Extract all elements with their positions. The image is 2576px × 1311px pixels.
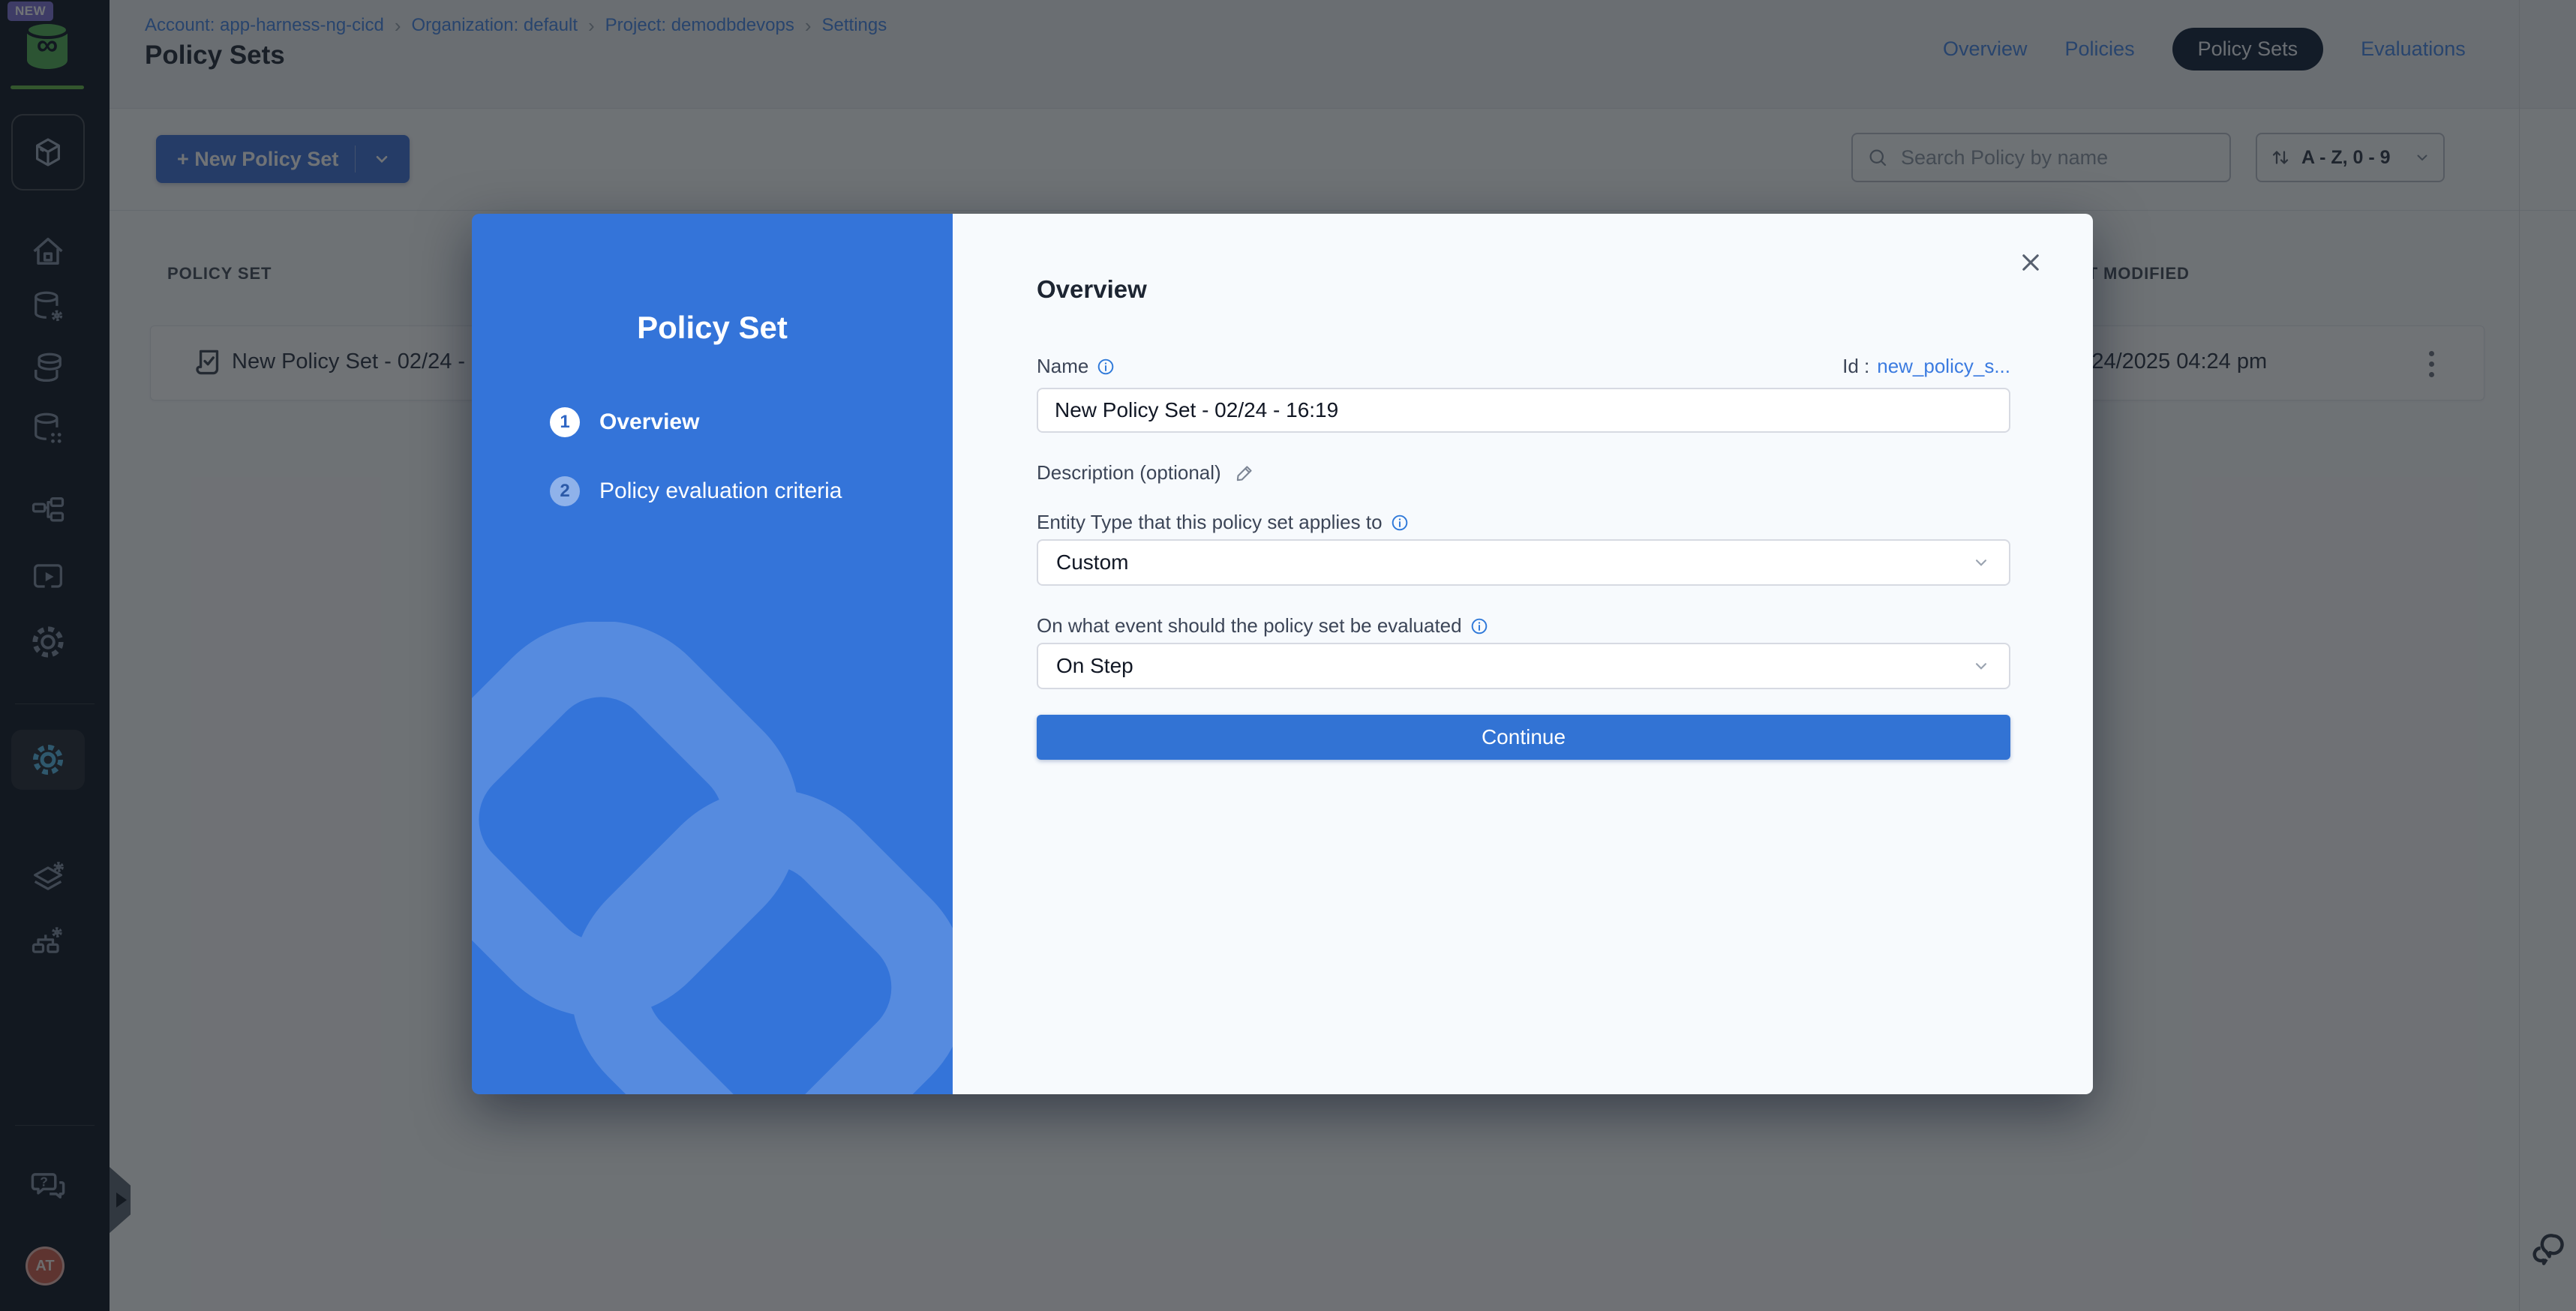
name-input[interactable] (1037, 388, 2010, 433)
harness-policy-sets-page: NEW ∞ (0, 0, 2576, 1311)
new-policy-set-modal: Policy Set 1 Overview 2 Policy evaluatio… (472, 214, 2093, 1094)
chevron-down-icon (1971, 553, 1991, 572)
step-policy-evaluation-criteria[interactable]: 2 Policy evaluation criteria (550, 476, 842, 506)
entity-type-label-row: Entity Type that this policy set applies… (1037, 511, 2010, 534)
step-number: 2 (550, 476, 580, 506)
close-icon[interactable] (2018, 250, 2043, 275)
wizard-title: Policy Set (472, 310, 953, 346)
continue-label: Continue (1482, 725, 1566, 749)
step-label: Policy evaluation criteria (599, 478, 842, 504)
entity-type-label: Entity Type that this policy set applies… (1037, 511, 1383, 534)
name-label-row: Name Id : new_policy_s... (1037, 355, 2010, 378)
step-label: Overview (599, 410, 699, 435)
wizard-panel: Policy Set 1 Overview 2 Policy evaluatio… (472, 214, 953, 1094)
overview-form-panel: Overview Name Id : new_policy_s... Descr… (953, 214, 2093, 1094)
entity-type-value: Custom (1056, 550, 1128, 574)
edit-pencil-icon[interactable] (1233, 462, 1256, 484)
description-row: Description (optional) (1037, 461, 2010, 484)
entity-type-select[interactable]: Custom (1037, 539, 2010, 586)
info-icon[interactable] (1390, 513, 1410, 532)
event-value: On Step (1056, 654, 1133, 678)
form-heading: Overview (1037, 275, 1147, 304)
description-label: Description (optional) (1037, 461, 1221, 484)
step-overview[interactable]: 1 Overview (550, 407, 842, 437)
name-label: Name (1037, 355, 1088, 378)
event-label: On what event should the policy set be e… (1037, 614, 1462, 638)
step-number: 1 (550, 407, 580, 437)
harness-chain-watermark (472, 622, 953, 1094)
id-link[interactable]: new_policy_s... (1877, 355, 2010, 378)
chevron-down-icon (1971, 656, 1991, 676)
id-wrap: Id : new_policy_s... (1842, 355, 2010, 378)
continue-button[interactable]: Continue (1037, 715, 2010, 760)
id-label: Id : (1842, 355, 1869, 378)
event-label-row: On what event should the policy set be e… (1037, 614, 2010, 638)
event-select[interactable]: On Step (1037, 643, 2010, 689)
info-icon[interactable] (1096, 357, 1115, 376)
info-icon[interactable] (1470, 616, 1489, 636)
wizard-steps: 1 Overview 2 Policy evaluation criteria (550, 407, 842, 506)
